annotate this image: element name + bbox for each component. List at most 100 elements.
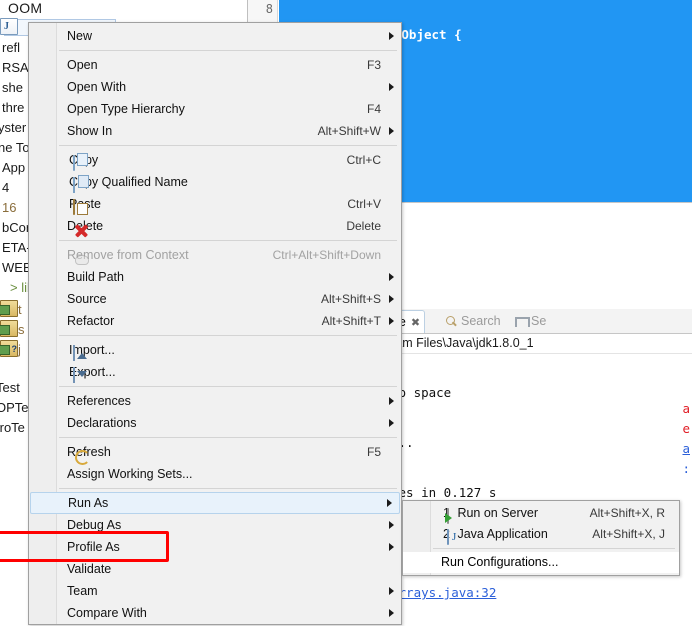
submenu-separator [433, 548, 675, 549]
menu-item-label: Compare With [67, 606, 147, 620]
list-item[interactable]: OPTe [0, 398, 28, 418]
submenu-arrow-icon [389, 83, 394, 91]
submenu-item-label: Java Application [457, 527, 548, 541]
menu-item-accel: Delete [346, 219, 381, 233]
menu-separator [59, 145, 397, 146]
tab-servers[interactable]: Se [510, 310, 550, 333]
menu-item-accel: F5 [366, 445, 381, 459]
menu-item-label: Source [67, 292, 107, 306]
list-item-label: ETA- [2, 240, 31, 255]
menu-separator [59, 386, 397, 387]
run-on-server-icon [447, 508, 449, 524]
list-item[interactable]: j [0, 339, 28, 360]
tab-search[interactable]: Search [440, 310, 505, 333]
menu-item-label: Export... [69, 365, 116, 379]
menu-item-source[interactable]: Source Alt+Shift+S [29, 288, 401, 310]
menu-item-open-type-hierarchy[interactable]: Open Type Hierarchy F4 [29, 98, 401, 120]
list-item-label: j [18, 342, 21, 357]
menu-item-new[interactable]: New [29, 25, 401, 47]
list-item-label: App [2, 160, 26, 175]
menu-item-run-as[interactable]: Run As [30, 492, 400, 514]
menu-item-delete[interactable]: Delete Delete [29, 215, 401, 237]
submenu-item-label: Run Configurations... [441, 555, 559, 569]
list-item[interactable]: Test [0, 378, 28, 398]
list-item-label: 16 [2, 200, 17, 215]
menu-item-label: Import... [69, 343, 115, 357]
menu-item-label: Debug As [67, 518, 122, 532]
menu-item-open-with[interactable]: Open With [29, 76, 401, 98]
menu-item-label: Open With [67, 80, 127, 94]
menu-item-label: Profile As [67, 540, 120, 554]
list-item-label: she [2, 80, 23, 95]
import-icon [73, 345, 75, 361]
menu-item-label: Team [67, 584, 98, 598]
menu-item-paste[interactable]: Paste Ctrl+V [29, 193, 401, 215]
list-item[interactable]: t [0, 300, 28, 320]
menu-item-label: Show In [67, 124, 113, 138]
menu-item-show-in[interactable]: Show In Alt+Shift+W [29, 120, 401, 142]
context-menu[interactable]: New Open F3 Open With Open Type Hierarch… [28, 22, 402, 625]
console-right-fragments: a e a : [682, 399, 690, 479]
export-icon [73, 367, 75, 383]
menu-item-label: Assign Working Sets... [67, 467, 193, 481]
menu-item-export[interactable]: Export... [29, 361, 401, 383]
menu-item-accel: Alt+Shift+S [320, 292, 381, 306]
list-item-label: refl [2, 40, 21, 55]
menu-item-compare-with[interactable]: Compare With [29, 602, 401, 624]
menu-item-references[interactable]: References [29, 390, 401, 412]
menu-item-assign-working-sets[interactable]: Assign Working Sets... [29, 463, 401, 485]
menu-item-accel: Ctrl+Alt+Shift+Down [272, 248, 381, 262]
menu-item-accel: Alt+Shift+W [317, 124, 381, 138]
list-item-label: RSA [2, 60, 29, 75]
java-file-icon [0, 17, 18, 37]
menu-item-accel: F4 [366, 102, 381, 116]
menu-item-declarations[interactable]: Declarations [29, 412, 401, 434]
menu-item-refactor[interactable]: Refactor Alt+Shift+T [29, 310, 401, 332]
menu-item-copy-qualified-name[interactable]: Copy Qualified Name [29, 171, 401, 193]
list-item-label: t [18, 302, 22, 317]
stacktrace-link[interactable]: Arrays.java:32 [391, 585, 496, 600]
menu-separator [59, 437, 397, 438]
submenu-arrow-icon [389, 295, 394, 303]
submenu-item-run-configurations[interactable]: Run Configurations... [403, 552, 679, 573]
menu-item-accel: Alt+Shift+T [321, 314, 381, 328]
menu-item-team[interactable]: Team [29, 580, 401, 602]
list-item-label: WEB [2, 260, 32, 275]
menu-item-debug-as[interactable]: Debug As [29, 514, 401, 536]
list-item-label: bCor [2, 220, 31, 235]
menu-item-validate[interactable]: Validate [29, 558, 401, 580]
list-item[interactable]: troTe [0, 418, 28, 438]
menu-item-accel: Ctrl+V [347, 197, 381, 211]
menu-item-open[interactable]: Open F3 [29, 54, 401, 76]
menu-item-copy[interactable]: Copy Ctrl+C [29, 149, 401, 171]
tab-label: Se [531, 314, 547, 328]
list-item[interactable]: s [0, 320, 28, 340]
console-fragment: a [682, 401, 690, 416]
submenu-arrow-icon [389, 609, 394, 617]
run-as-submenu[interactable]: 1 Run on Server Alt+Shift+X, R 2 Java Ap… [402, 500, 680, 576]
menu-separator [59, 240, 397, 241]
servers-icon [514, 315, 530, 327]
tab-label: Search [461, 314, 501, 328]
list-item-label: 4 [2, 180, 10, 195]
close-icon[interactable]: ✖ [411, 312, 420, 335]
line-number: 8 [265, 2, 273, 16]
submenu-arrow-icon [389, 587, 394, 595]
menu-separator [59, 488, 397, 489]
menu-item-build-path[interactable]: Build Path [29, 266, 401, 288]
submenu-item-run-on-server[interactable]: 1 Run on Server Alt+Shift+X, R [403, 503, 679, 524]
menu-item-import[interactable]: Import... [29, 339, 401, 361]
submenu-item-accel: Alt+Shift+X, R [589, 506, 665, 520]
paste-icon [73, 199, 75, 215]
list-item-label: thre [2, 100, 25, 115]
menu-item-profile-as[interactable]: Profile As [29, 536, 401, 558]
list-item-label: Test [0, 380, 20, 395]
submenu-arrow-icon [389, 521, 394, 529]
menu-item-refresh[interactable]: Refresh F5 [29, 441, 401, 463]
submenu-arrow-icon [389, 32, 394, 40]
menu-item-accel: F3 [366, 58, 381, 72]
submenu-item-java-application[interactable]: 2 Java Application Alt+Shift+X, J [403, 524, 679, 545]
list-item-label: OPTe [0, 400, 28, 415]
menu-item-label: Build Path [67, 270, 124, 284]
menu-item-label: Open Type Hierarchy [67, 102, 185, 116]
